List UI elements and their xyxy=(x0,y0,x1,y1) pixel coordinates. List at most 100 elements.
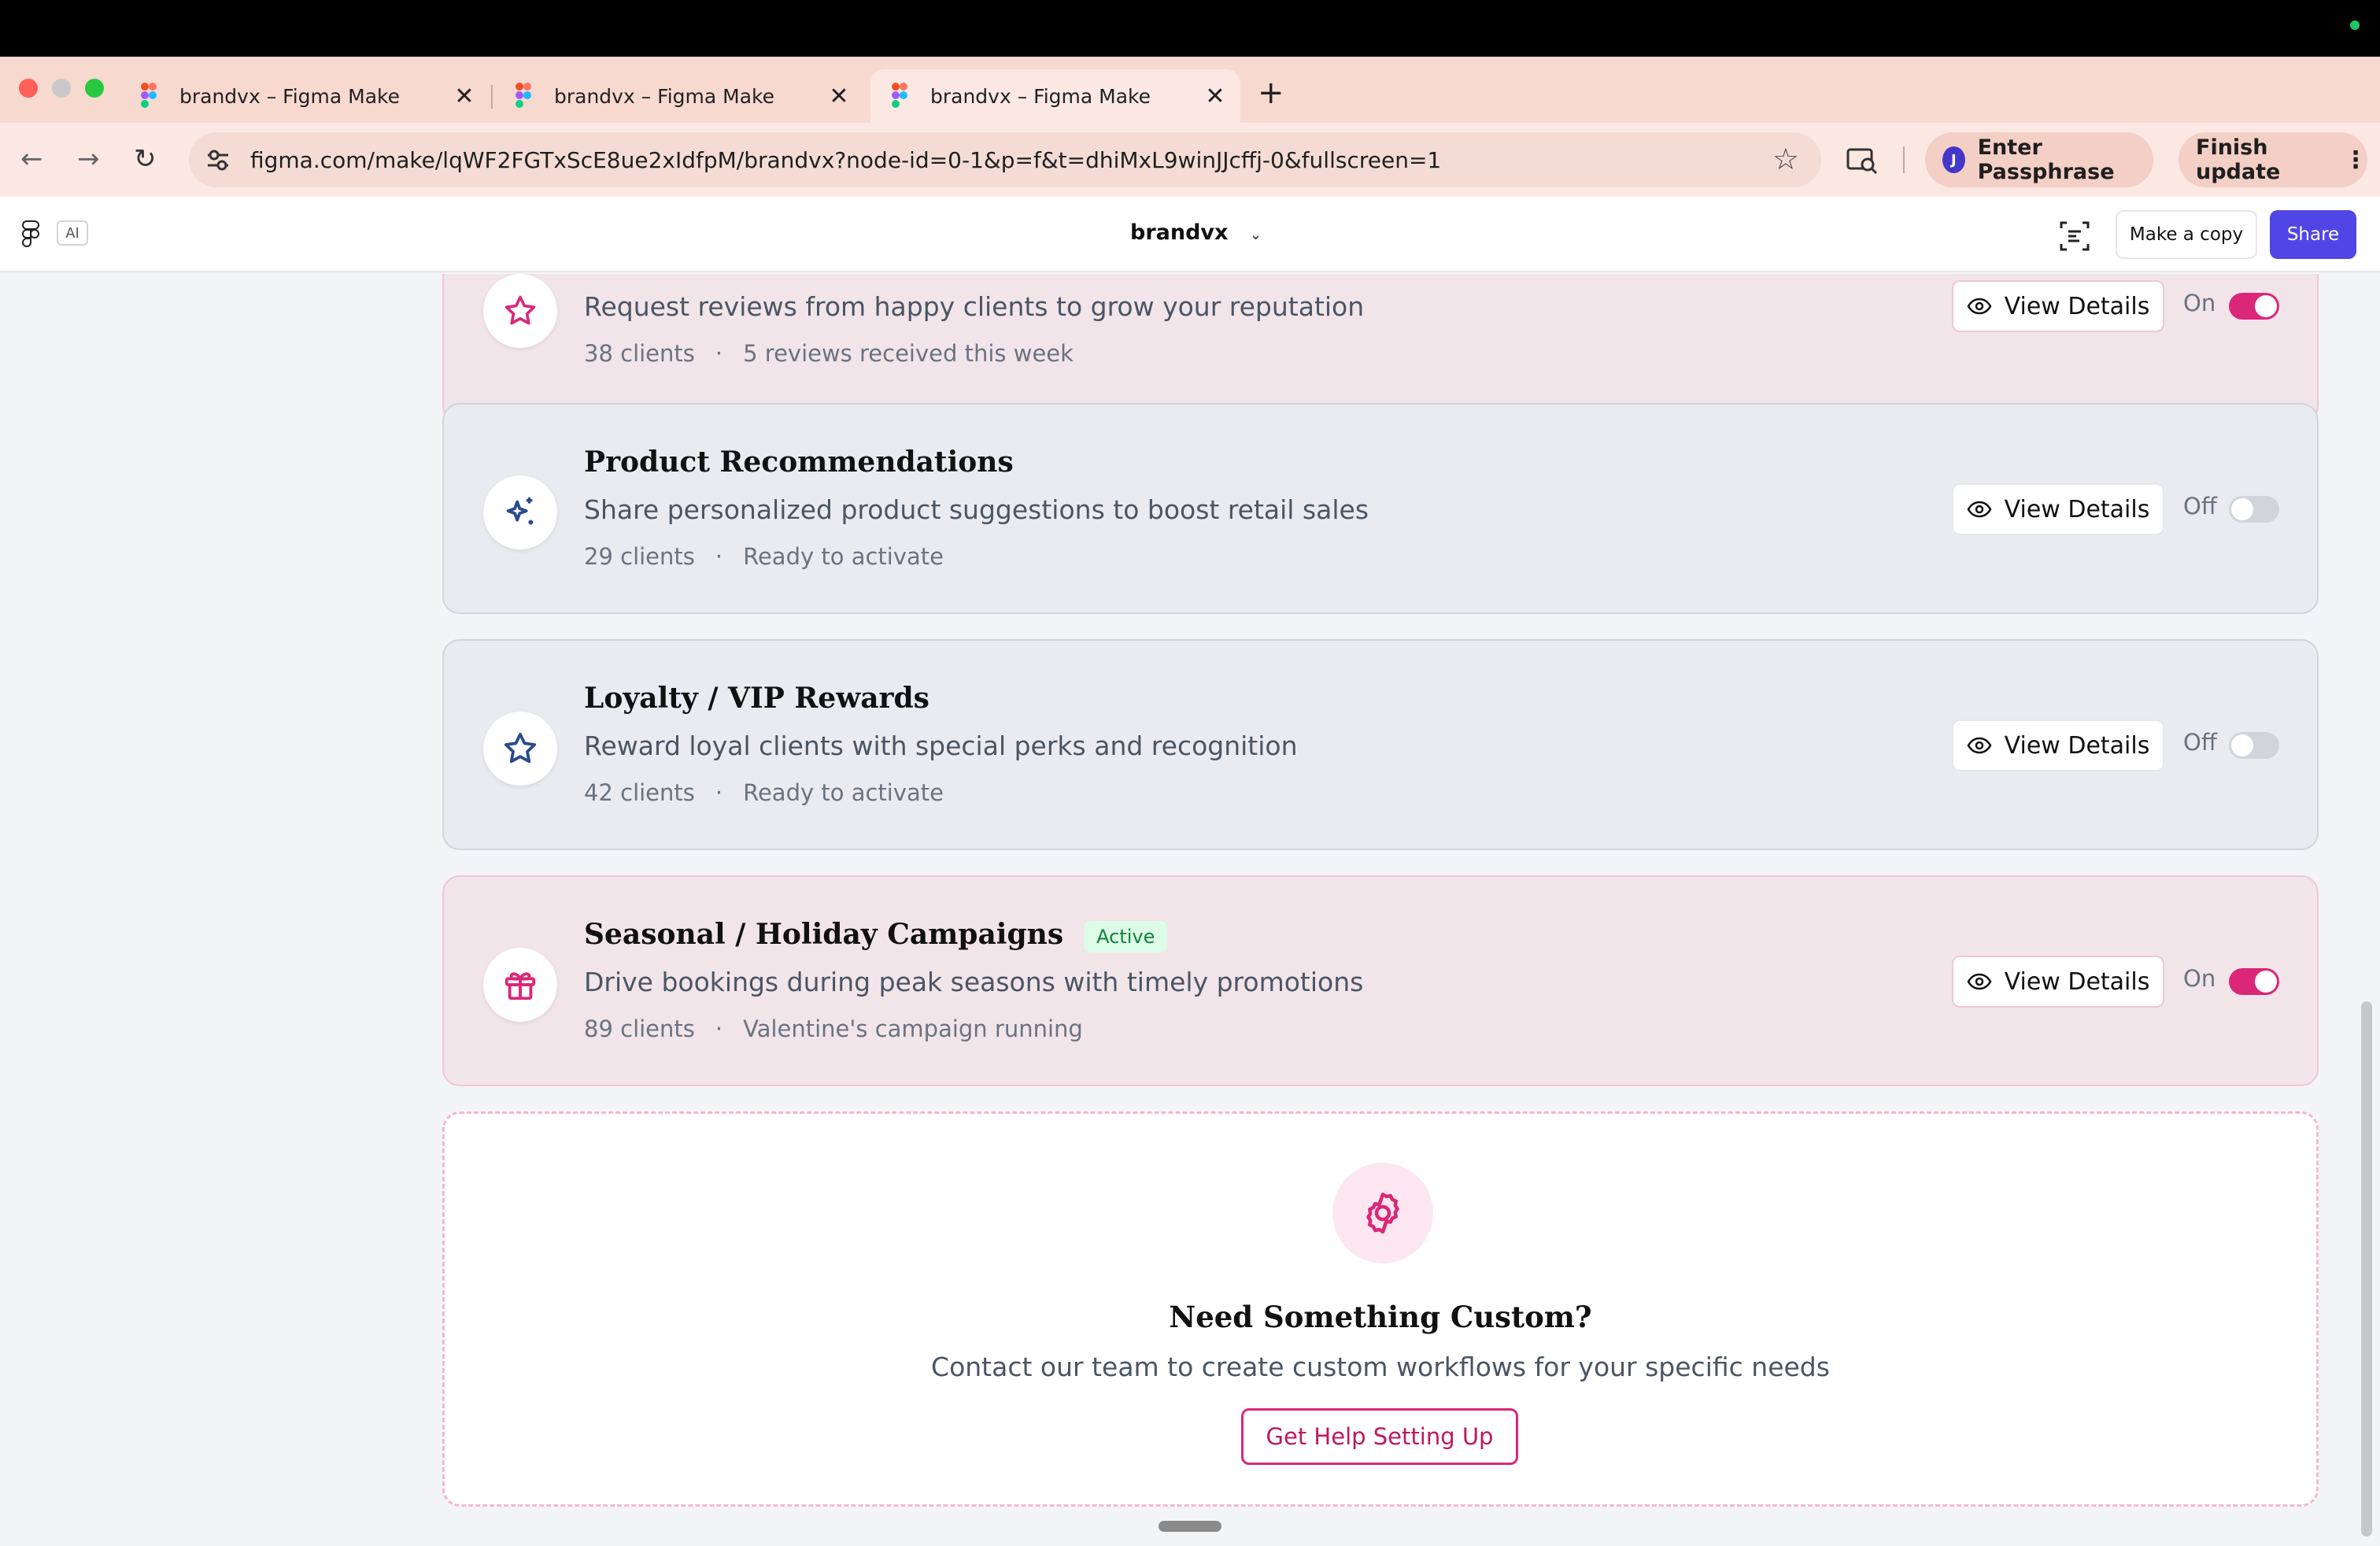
ai-badge[interactable]: AI xyxy=(57,220,88,246)
workflow-toggle[interactable] xyxy=(2229,496,2279,523)
status-badge: Active xyxy=(1084,921,1168,952)
toggle-state-label: Off xyxy=(2183,729,2217,756)
tab-close-icon[interactable]: ✕ xyxy=(1201,83,1229,110)
card-meta: 38 clients · 5 reviews received this week xyxy=(584,340,1074,367)
scrollbar[interactable] xyxy=(2361,1001,2372,1537)
profile-button[interactable]: J Enter Passphrase xyxy=(1925,132,2153,187)
card-status-text: Valentine's campaign running xyxy=(743,1015,1083,1042)
make-a-copy-button[interactable]: Make a copy xyxy=(2116,210,2257,259)
get-help-button[interactable]: Get Help Setting Up xyxy=(1241,1408,1518,1465)
new-tab-button[interactable]: + xyxy=(1258,77,1284,109)
card-title-text: Seasonal / Holiday Campaigns xyxy=(584,918,1064,951)
make-preview-content[interactable]: Request reviews from happy clients to gr… xyxy=(0,274,2380,1546)
workflow-card-loyalty-rewards: Loyalty / VIP Rewards Reward loyal clien… xyxy=(442,639,2319,850)
client-count: 89 clients xyxy=(584,1015,695,1042)
card-title: Loyalty / VIP Rewards xyxy=(584,682,929,715)
toggle-knob xyxy=(2231,498,2253,520)
browser-tabstrip: brandvx – Figma Make ✕ brandvx – Figma M… xyxy=(0,57,2380,123)
tab-search-icon[interactable] xyxy=(1846,146,1878,175)
toggle-state-label: On xyxy=(2183,965,2216,992)
view-details-button[interactable]: View Details xyxy=(1952,280,2164,332)
card-description: Share personalized product suggestions t… xyxy=(584,494,1369,525)
toggle-state-label: Off xyxy=(2183,493,2217,520)
browser-tab-2[interactable]: brandvx – Figma Make ✕ xyxy=(494,69,864,123)
tab-title: brandvx – Figma Make xyxy=(930,84,1151,108)
star-icon xyxy=(504,732,537,764)
card-title: Seasonal / Holiday Campaigns Active xyxy=(584,918,1168,952)
view-details-button[interactable]: View Details xyxy=(1952,956,2164,1008)
view-details-label: View Details xyxy=(2004,495,2150,523)
custom-description: Contact our team to create custom workfl… xyxy=(931,1352,1830,1382)
workflow-toggle[interactable] xyxy=(2229,732,2279,759)
bookmark-star-icon[interactable]: ☆ xyxy=(1772,142,1799,176)
view-details-button[interactable]: View Details xyxy=(1952,719,2164,771)
card-meta: 29 clients · Ready to activate xyxy=(584,543,944,570)
view-details-label: View Details xyxy=(2004,292,2150,320)
client-count: 42 clients xyxy=(584,779,695,806)
tab-title: brandvx – Figma Make xyxy=(179,84,401,108)
sidebar-panel xyxy=(0,274,425,1546)
custom-workflow-panel: Need Something Custom? Contact our team … xyxy=(442,1111,2319,1507)
browser-tab-1[interactable]: brandvx – Figma Make ✕ xyxy=(120,69,490,123)
system-menubar xyxy=(0,0,2380,57)
gear-icon xyxy=(1366,1193,1399,1233)
sparkles-icon xyxy=(506,497,534,525)
card-icon-circle xyxy=(483,274,557,348)
card-icon-circle xyxy=(483,475,557,549)
tab-close-icon[interactable]: ✕ xyxy=(825,83,853,110)
workflow-toggle[interactable] xyxy=(2229,968,2279,995)
figma-favicon-icon xyxy=(515,82,537,110)
card-icon-circle xyxy=(483,948,557,1022)
toggle-knob xyxy=(2255,971,2277,993)
card-status-text: 5 reviews received this week xyxy=(743,340,1074,367)
file-name-menu[interactable]: brandvx ⌄ xyxy=(1130,220,1262,245)
finish-update-button[interactable]: Finish update ⋮ xyxy=(2179,132,2367,187)
client-count: 29 clients xyxy=(584,543,695,570)
share-button[interactable]: Share xyxy=(2270,210,2356,259)
status-indicator-icon xyxy=(2350,20,2360,30)
card-description: Request reviews from happy clients to gr… xyxy=(584,291,1365,322)
workflow-card-product-recommendations: Product Recommendations Share personaliz… xyxy=(442,403,2319,614)
card-icon-circle xyxy=(483,712,557,786)
view-details-button[interactable]: View Details xyxy=(1952,483,2164,535)
tab-close-icon[interactable]: ✕ xyxy=(450,83,479,110)
forward-arrow-icon[interactable]: → xyxy=(77,143,100,175)
figma-favicon-icon xyxy=(891,82,913,110)
more-menu-icon[interactable]: ⋮ xyxy=(2344,146,2367,174)
client-count: 38 clients xyxy=(584,340,695,367)
workflow-card-seasonal-campaigns: Seasonal / Holiday Campaigns Active Drive… xyxy=(442,875,2319,1086)
card-meta: 89 clients · Valentine's campaign running xyxy=(584,1015,1083,1042)
card-status-text: Ready to activate xyxy=(743,779,944,806)
back-arrow-icon[interactable]: ← xyxy=(20,143,43,175)
figma-make-header: AI brandvx ⌄ Make a copy Share xyxy=(0,197,2380,272)
tab-divider xyxy=(491,85,493,109)
inspect-frame-icon[interactable] xyxy=(2059,220,2090,252)
workflow-toggle[interactable] xyxy=(2229,293,2279,320)
card-description: Drive bookings during peak seasons with … xyxy=(584,967,1364,997)
custom-title: Need Something Custom? xyxy=(1169,1300,1592,1334)
close-window-button[interactable] xyxy=(19,79,38,98)
minimize-window-button[interactable] xyxy=(52,79,71,98)
file-name: brandvx xyxy=(1130,220,1229,245)
card-description: Reward loyal clients with special perks … xyxy=(584,730,1298,761)
resize-handle[interactable] xyxy=(1159,1521,1221,1532)
finish-update-label: Finish update xyxy=(2196,135,2281,184)
toggle-state-label: On xyxy=(2183,290,2216,316)
view-details-label: View Details xyxy=(2004,967,2150,996)
toggle-knob xyxy=(2231,734,2253,756)
address-bar[interactable]: figma.com/make/lqWF2FGTxScE8ue2xIdfpM/br… xyxy=(189,132,1821,187)
star-icon xyxy=(504,295,536,325)
eye-icon xyxy=(1967,737,1992,754)
figma-logo-icon[interactable] xyxy=(22,220,39,247)
card-title: Product Recommendations xyxy=(584,446,1014,479)
toggle-knob xyxy=(2255,295,2277,317)
figma-favicon-icon xyxy=(140,82,162,110)
zoom-window-button[interactable] xyxy=(85,79,104,98)
browser-toolbar: ← → ↻ figma.com/make/lqWF2FGTxScE8ue2xId… xyxy=(0,123,2380,197)
site-settings-icon[interactable] xyxy=(205,146,231,173)
eye-icon xyxy=(1967,973,1992,990)
card-status-text: Ready to activate xyxy=(743,543,944,570)
browser-tab-3-active[interactable]: brandvx – Figma Make ✕ xyxy=(870,69,1240,123)
reload-icon[interactable]: ↻ xyxy=(134,143,157,175)
chevron-down-icon: ⌄ xyxy=(1249,227,1262,243)
